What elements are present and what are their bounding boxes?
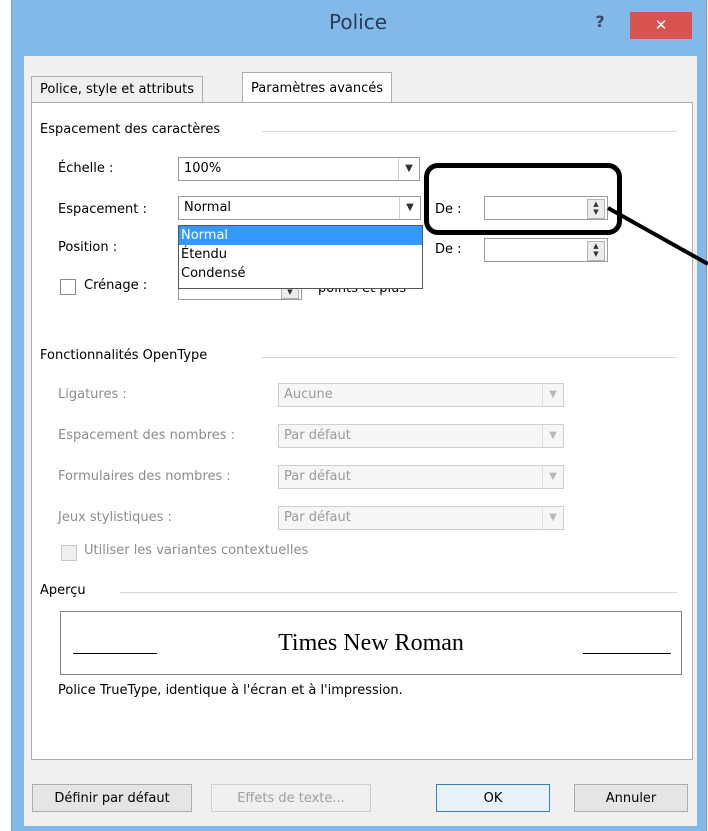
number-forms-select[interactable]: Par défaut ▼ <box>278 465 564 489</box>
dropdown-option-normal[interactable]: Normal <box>179 226 422 245</box>
contextual-alternates-label: Utiliser les variantes contextuelles <box>84 543 309 558</box>
char-spacing-heading: Espacement des caractères <box>40 122 227 137</box>
annotation-callout-pointer <box>607 206 708 266</box>
cancel-button[interactable]: Annuler <box>574 784 688 812</box>
preview-heading: Aperçu <box>40 583 92 598</box>
number-spacing-select[interactable]: Par défaut ▼ <box>278 424 564 448</box>
number-spacing-label: Espacement des nombres : <box>58 428 236 443</box>
spacing-select[interactable]: Normal ▼ <box>178 196 421 220</box>
chevron-down-icon: ▼ <box>398 158 419 180</box>
ligatures-select[interactable]: Aucune ▼ <box>278 383 564 407</box>
set-default-button[interactable]: Définir par défaut <box>32 784 192 812</box>
kerning-label: Crénage : <box>84 278 148 293</box>
chevron-down-icon: ▼ <box>542 384 563 406</box>
contextual-alternates-checkbox[interactable] <box>61 545 77 561</box>
dropdown-option-etendu[interactable]: Étendu <box>179 245 422 264</box>
chevron-down-icon: ▼ <box>542 425 563 447</box>
spacing-value: Normal <box>184 200 232 215</box>
group-divider <box>120 592 677 593</box>
chevron-down-icon: ▼ <box>542 466 563 488</box>
ok-button[interactable]: OK <box>436 784 550 812</box>
spacing-label: Espacement : <box>58 202 147 217</box>
preview-rule-right <box>583 653 671 654</box>
scale-select[interactable]: 100% ▼ <box>178 157 420 181</box>
annotation-callout-box <box>424 163 622 235</box>
stylistic-sets-label: Jeux stylistiques : <box>58 510 172 525</box>
help-button[interactable]: ? <box>585 12 615 34</box>
group-divider <box>262 357 677 358</box>
group-divider <box>262 131 677 132</box>
scale-label: Échelle : <box>58 161 114 176</box>
tab-advanced-settings[interactable]: Paramètres avancés <box>242 72 393 104</box>
position-label: Position : <box>58 240 118 255</box>
dropdown-option-condense[interactable]: Condensé <box>179 264 422 283</box>
close-button[interactable]: ✕ <box>630 12 692 39</box>
position-by-input[interactable]: ▲ ▼ <box>484 238 608 262</box>
number-forms-label: Formulaires des nombres : <box>58 469 231 484</box>
kerning-checkbox[interactable] <box>60 279 76 295</box>
stylistic-sets-select[interactable]: Par défaut ▼ <box>278 506 564 530</box>
preview-description: Police TrueType, identique à l'écran et … <box>58 683 403 698</box>
position-by-label: De : <box>435 242 462 257</box>
tab-font-style-attributes[interactable]: Police, style et attributs <box>31 76 203 102</box>
chevron-down-icon: ▼ <box>542 507 563 529</box>
chevron-down-icon: ▼ <box>399 197 420 219</box>
ligatures-label: Ligatures : <box>58 387 127 402</box>
spacing-dropdown-list: Normal Étendu Condensé <box>178 225 423 289</box>
text-effects-button[interactable]: Effets de texte... <box>211 784 371 812</box>
preview-box: Times New Roman <box>60 611 682 675</box>
scale-value: 100% <box>184 161 222 176</box>
opentype-heading: Fonctionnalités OpenType <box>40 348 214 363</box>
